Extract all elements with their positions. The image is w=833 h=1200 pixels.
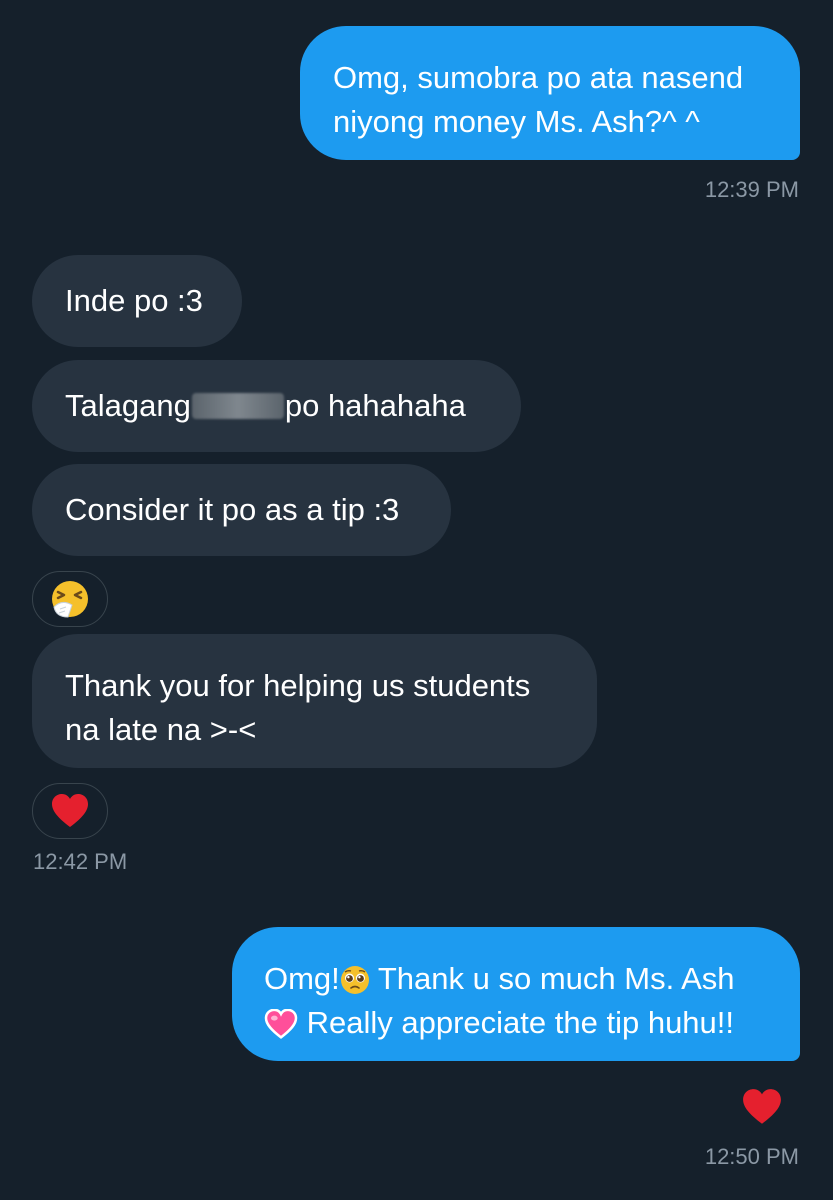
message-text: Thank u so much Ms. Ash <box>377 961 735 996</box>
sent-message-bubble[interactable]: Omg! Thank u so much Ms. Ash Really appr… <box>232 927 800 1061</box>
red-heart-icon <box>52 794 88 827</box>
message-timestamp: 12:50 PM <box>704 1144 799 1169</box>
received-message-bubble[interactable]: Thank you for helping us students na lat… <box>32 634 597 768</box>
message-reaction[interactable] <box>32 571 108 627</box>
sneezing-face-icon <box>52 581 88 618</box>
message-text: niyong money Ms. Ash?^ ^ <box>333 104 700 139</box>
message-timestamp: 12:42 PM <box>33 849 128 874</box>
message-text: Talagang <box>65 388 191 423</box>
message-reaction[interactable] <box>32 783 108 839</box>
message-text: Consider it po as a tip :3 <box>65 492 400 527</box>
message-timestamp: 12:39 PM <box>704 177 799 202</box>
message-text: Really appreciate the tip huhu!! <box>306 1005 735 1040</box>
message-text: po hahahaha <box>284 388 466 423</box>
received-message-bubble[interactable]: Consider it po as a tip :3 <box>32 464 451 556</box>
message-text: na late na >-< <box>65 712 257 747</box>
sent-message-bubble[interactable]: Omg, sumobra po ata nasend niyong money … <box>300 26 800 160</box>
pleading-face-icon <box>340 966 369 994</box>
message-text: Inde po :3 <box>65 283 203 318</box>
redacted-amount <box>191 393 284 419</box>
pink-heart-icon <box>264 1009 298 1039</box>
red-heart-icon[interactable] <box>741 1088 783 1126</box>
received-message-bubble[interactable]: Talagang po hahahaha <box>32 360 521 452</box>
message-text: Thank you for helping us students <box>65 668 531 703</box>
received-message-bubble[interactable]: Inde po :3 <box>32 255 242 347</box>
message-text: Omg, sumobra po ata nasend <box>333 60 744 95</box>
message-text: Omg! <box>264 961 340 996</box>
